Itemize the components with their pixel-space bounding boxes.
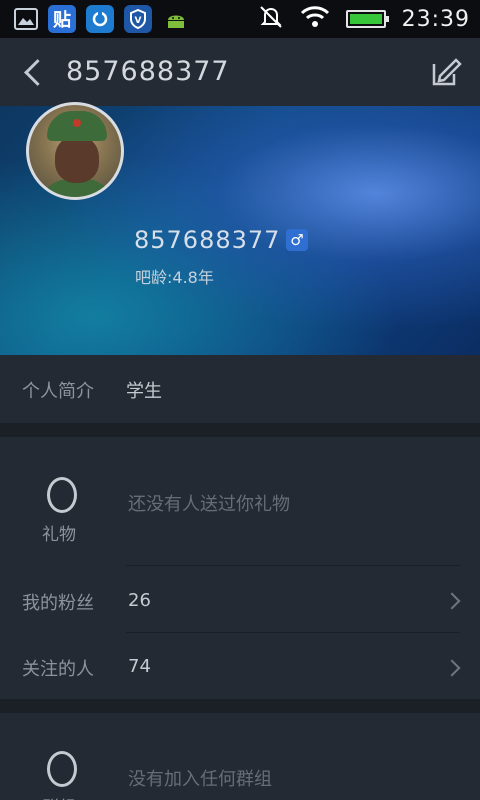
fans-row[interactable]: 我的粉丝 26: [0, 565, 480, 632]
shield-icon: V: [124, 5, 152, 33]
wifi-icon: [300, 5, 330, 33]
group-empty-text: 没有加入任何群组: [128, 769, 272, 790]
gift-empty-text: 还没有人送过你礼物: [128, 494, 290, 515]
fans-label: 我的粉丝: [22, 593, 94, 614]
intro-value: 学生: [126, 381, 162, 402]
battery-icon: [345, 10, 389, 28]
back-button[interactable]: [18, 54, 48, 90]
chevron-right-icon: [443, 592, 461, 610]
stats-section: 0 礼物 还没有人送过你礼物 我的粉丝 26 关注的人 74: [0, 437, 480, 699]
fans-count: 26: [128, 590, 151, 611]
gift-label: 礼物: [42, 525, 76, 545]
chevron-right-icon: [443, 659, 461, 677]
following-label: 关注的人: [22, 659, 94, 680]
intro-label: 个人简介: [22, 381, 94, 402]
profile-username: 857688377: [134, 226, 281, 254]
bar-age: 吧龄:4.8年: [135, 268, 214, 287]
title-bar: 857688377: [0, 38, 480, 106]
svg-text:V: V: [135, 16, 142, 26]
following-count: 74: [128, 656, 151, 677]
tieba-app-icon: 贴: [48, 5, 76, 33]
status-bar: 贴 V 23:39: [0, 0, 480, 38]
mute-icon: [258, 4, 284, 34]
avatar[interactable]: [26, 102, 124, 200]
group-label: 群组: [42, 793, 76, 800]
intro-row[interactable]: 个人简介 学生: [0, 355, 480, 423]
page-title: 857688377: [66, 56, 230, 87]
android-debug-icon: [162, 5, 190, 33]
sync-icon: [86, 5, 114, 33]
groups-section[interactable]: 0 群组 没有加入任何群组: [0, 713, 480, 800]
profile-username-row: 857688377 ♂: [134, 226, 309, 254]
male-icon: ♂: [286, 229, 309, 251]
following-row[interactable]: 关注的人 74: [0, 632, 480, 699]
edit-button[interactable]: [430, 56, 462, 88]
gallery-icon: [14, 8, 38, 30]
edit-icon: [432, 58, 462, 86]
clock: 23:39: [401, 6, 470, 32]
group-count-icon: [42, 751, 82, 795]
gift-count-icon: [42, 477, 82, 521]
